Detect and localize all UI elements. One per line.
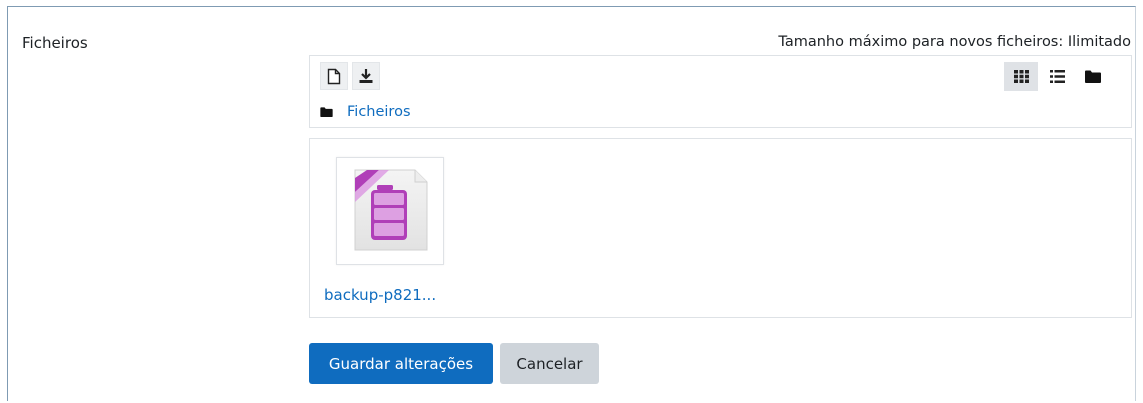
filepicker-toolbar: Ficheiros: [309, 55, 1132, 128]
archive-file-icon: [354, 169, 428, 251]
folder-icon: [320, 107, 333, 117]
breadcrumb-link-ficheiros[interactable]: Ficheiros: [347, 104, 411, 120]
file-name-link[interactable]: backup-p821...: [324, 286, 436, 304]
field-label: Ficheiros: [22, 34, 88, 52]
grid-icon: [1013, 70, 1029, 83]
view-list-button[interactable]: [1040, 62, 1074, 91]
view-icons-button[interactable]: [1004, 62, 1038, 91]
max-size-note: Tamanho máximo para novos ficheiros: Ili…: [778, 34, 1131, 50]
breadcrumb: Ficheiros: [320, 104, 411, 120]
file-icon: [327, 68, 341, 84]
filepicker-content-area[interactable]: backup-p821...: [309, 138, 1132, 318]
list-icon: [1049, 70, 1065, 83]
download-icon: [359, 69, 373, 83]
folder-icon: [1085, 70, 1101, 83]
add-file-button[interactable]: [320, 62, 348, 90]
file-thumbnail[interactable]: [336, 157, 444, 265]
view-tree-button[interactable]: [1076, 62, 1110, 91]
save-changes-button[interactable]: Guardar alterações: [309, 343, 493, 384]
download-all-button[interactable]: [352, 62, 380, 90]
cancel-button[interactable]: Cancelar: [500, 343, 599, 384]
